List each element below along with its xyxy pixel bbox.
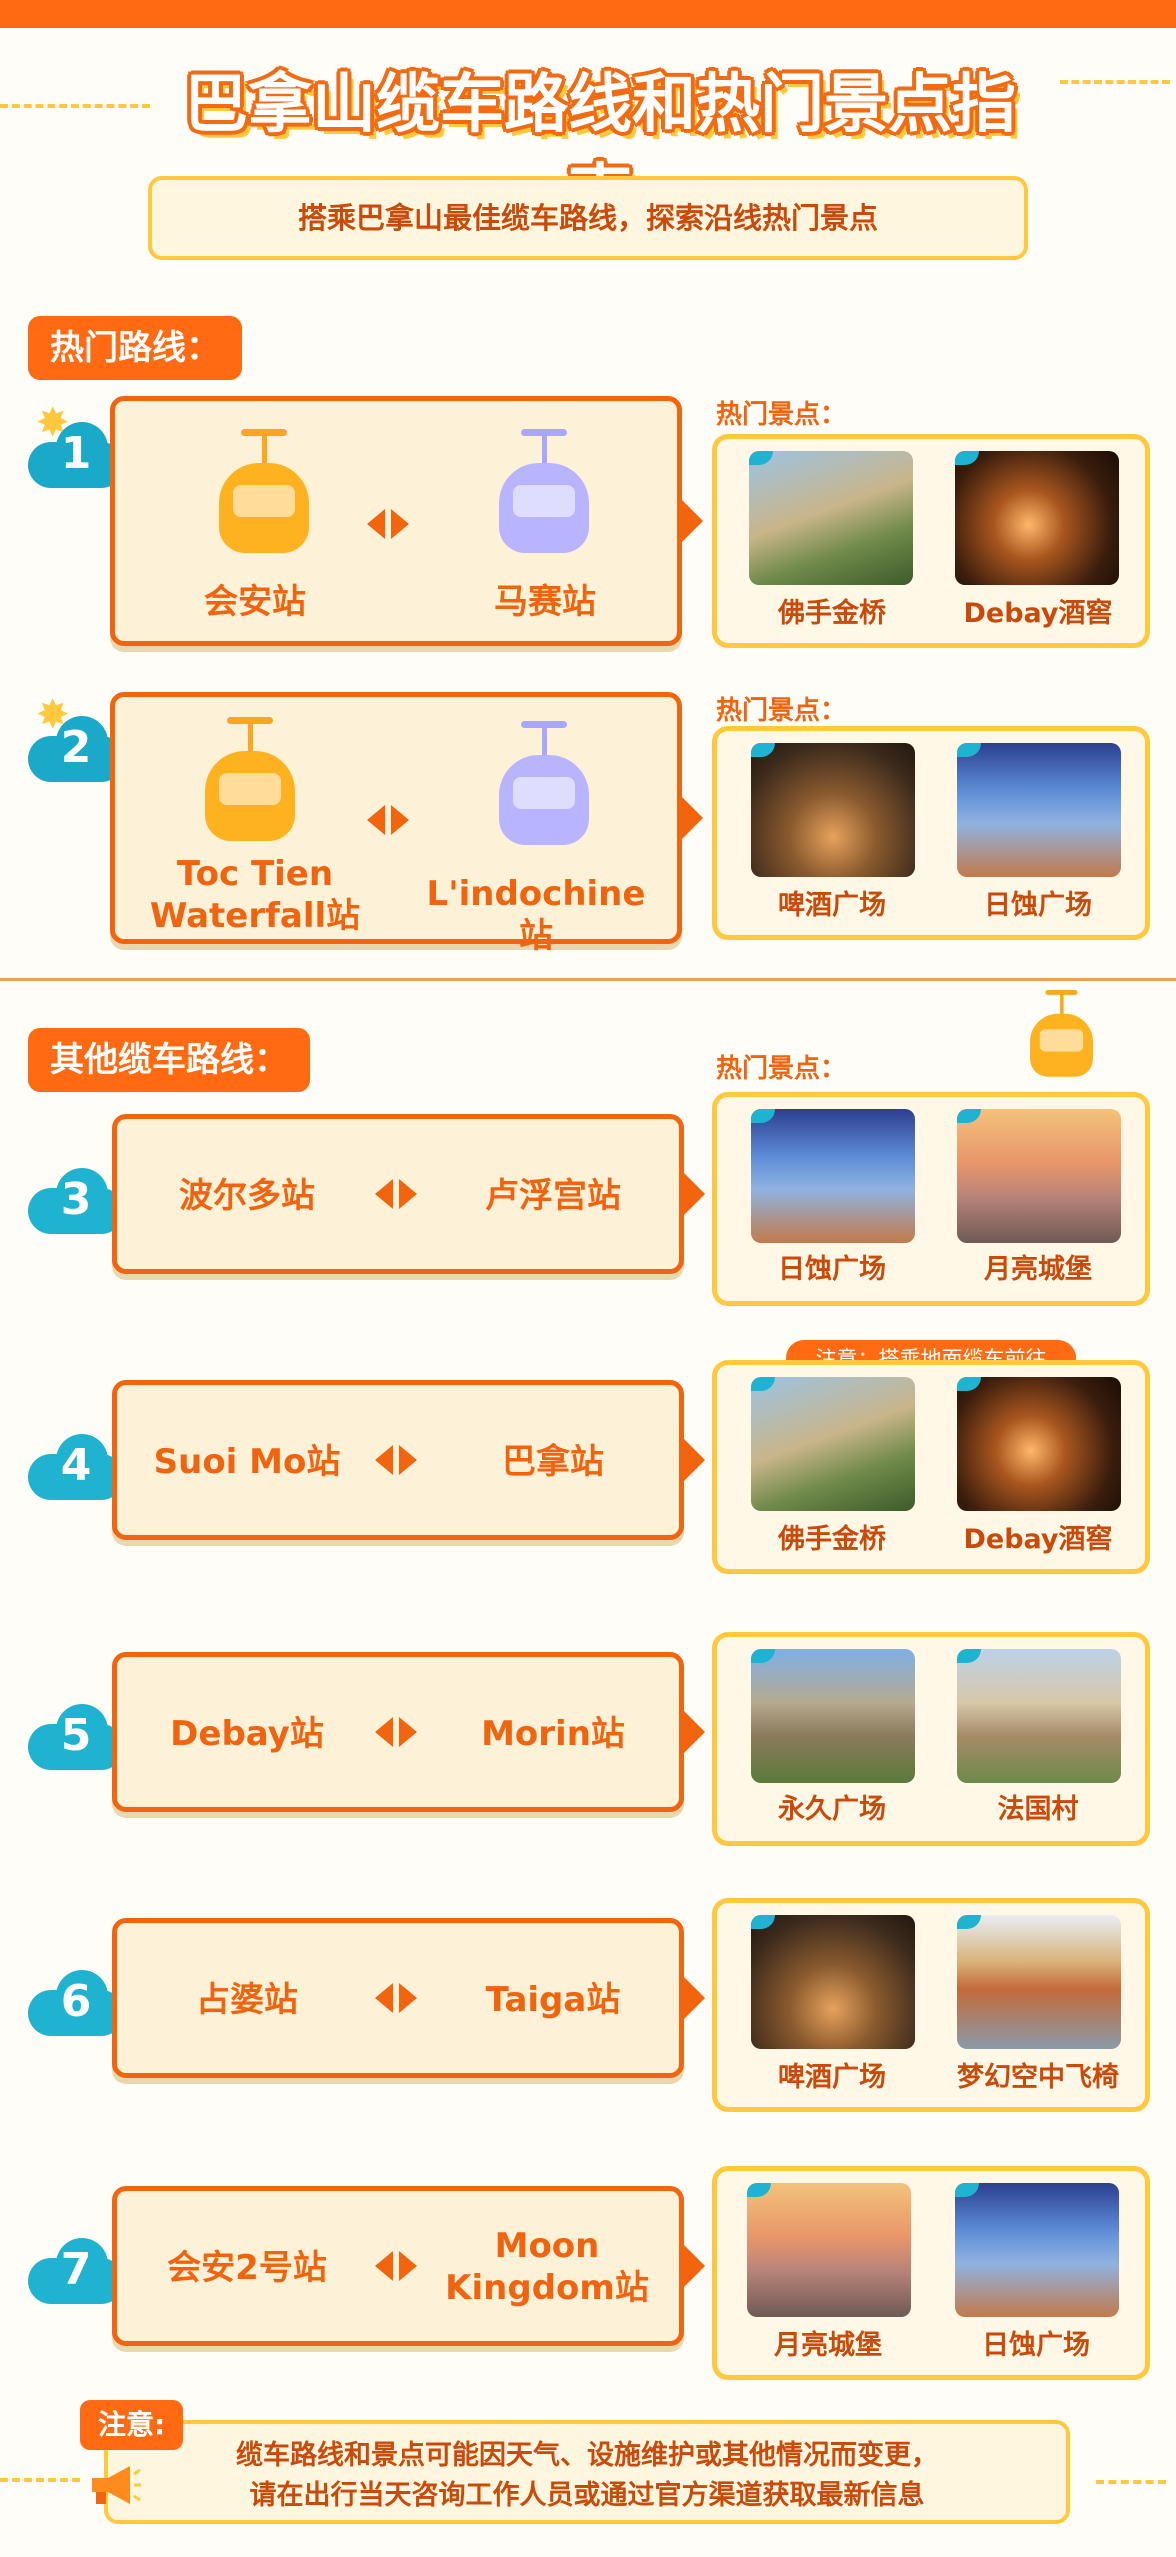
footer-line-1: 缆车路线和景点可能因天气、设施维护或其他情况而变更， — [236, 2440, 938, 2471]
photo-wine-cellar[interactable] — [957, 1377, 1121, 1511]
spots-panel-5: 永久广场 法国村 — [712, 1632, 1150, 1846]
spots-panel-2: 啤酒广场 日蚀广场 — [712, 726, 1150, 940]
hanging-cable-car-icon — [1030, 990, 1093, 1077]
spot-caption: 日蚀广场 — [778, 1254, 886, 1285]
route-number-cloud: 4 — [28, 1430, 124, 1500]
spot-caption: 月亮城堡 — [774, 2330, 882, 2361]
spots-heading: 热门景点： — [716, 1054, 847, 1084]
route-from-station: 会安站 — [204, 582, 306, 622]
route-from-station: Toc Tien Waterfall站 — [149, 854, 361, 936]
photo-french-village[interactable] — [957, 1649, 1121, 1783]
top-band — [0, 0, 1176, 28]
cable-car-icon — [205, 717, 295, 847]
spot-caption: 日蚀广场 — [982, 2330, 1090, 2361]
hot-routes-heading: 热门路线： — [28, 316, 242, 380]
photo-sky-carousel[interactable] — [957, 1915, 1121, 2049]
route-number-cloud: 7 — [28, 2234, 124, 2304]
bidirectional-arrow-icon — [367, 805, 411, 835]
footer-line-2: 请在出行当天咨询工作人员或通过官方渠道获取最新信息 — [249, 2480, 925, 2511]
route-number-cloud: 6 — [28, 1966, 124, 2036]
spots-heading: 热门景点： — [716, 696, 847, 726]
photo-golden-bridge[interactable] — [751, 1377, 915, 1511]
spots-panel-4: 佛手金桥 Debay酒窖 — [712, 1360, 1150, 1574]
route-to-station: Taiga站 — [485, 1980, 621, 2020]
spots-panel-7: 月亮城堡 日蚀广场 — [712, 2166, 1150, 2380]
photo-beer-plaza[interactable] — [751, 1915, 915, 2049]
spots-panel-3: 日蚀广场 月亮城堡 — [712, 1092, 1150, 1306]
route-to-station: 卢浮宫站 — [485, 1176, 621, 1216]
bidirectional-arrow-icon — [375, 1179, 419, 1209]
bidirectional-arrow-icon — [375, 1717, 419, 1747]
cable-car-icon — [499, 721, 589, 851]
route-card-1[interactable]: 会安站 马赛站 — [110, 396, 703, 646]
decor-dash-bottom-right — [1096, 2480, 1166, 2484]
route-from-station: Suoi Mo站 — [153, 1442, 341, 1482]
spot-caption: 佛手金桥 — [778, 598, 886, 629]
photo-golden-bridge[interactable] — [749, 451, 913, 585]
bidirectional-arrow-icon — [375, 1983, 419, 2013]
spots-panel-1: 佛手金桥 Debay酒窖 — [712, 434, 1150, 648]
megaphone-icon — [92, 2466, 141, 2504]
route-card-3[interactable]: 波尔多站 卢浮宫站 — [112, 1114, 705, 1274]
footer-notice: 缆车路线和景点可能因天气、设施维护或其他情况而变更， 请在出行当天咨询工作人员或… — [104, 2420, 1070, 2524]
spot-caption: 永久广场 — [778, 1794, 886, 1825]
photo-moon-castle[interactable] — [957, 1109, 1121, 1243]
cable-car-icon — [499, 429, 589, 559]
spot-caption: 佛手金桥 — [778, 1524, 886, 1555]
spot-caption: 啤酒广场 — [778, 2062, 886, 2093]
route-from-station: Debay站 — [170, 1714, 324, 1754]
bidirectional-arrow-icon — [375, 2251, 419, 2281]
spot-caption: 梦幻空中飞椅 — [957, 2062, 1119, 2093]
photo-moon-castle[interactable] — [747, 2183, 911, 2317]
photo-eclipse-plaza[interactable] — [751, 1109, 915, 1243]
route-card-6[interactable]: 占婆站 Taiga站 — [112, 1918, 705, 2078]
route-from-station: 会安2号站 — [167, 2248, 327, 2288]
other-routes-heading: 其他缆车路线： — [28, 1028, 310, 1092]
route-to-station: Moon Kingdom站 — [445, 2226, 649, 2308]
page-title: 巴拿山缆车路线和热门景点指南 — [184, 68, 1016, 232]
spot-caption: 啤酒广场 — [778, 890, 886, 921]
route-card-7[interactable]: 会安2号站 Moon Kingdom站 — [112, 2186, 705, 2346]
decor-dash-left — [0, 104, 150, 108]
route-to-station: L'indochine站 — [426, 874, 646, 956]
photo-eternal-plaza[interactable] — [751, 1649, 915, 1783]
footer-tag: 注意: — [80, 2400, 184, 2450]
route-card-5[interactable]: Debay站 Morin站 — [112, 1652, 705, 1812]
spots-panel-6: 啤酒广场 梦幻空中飞椅 — [712, 1898, 1150, 2112]
spot-caption: 月亮城堡 — [984, 1254, 1092, 1285]
spots-heading: 热门景点： — [716, 400, 847, 430]
decor-dash-bottom-left — [0, 2478, 80, 2482]
photo-eclipse-plaza[interactable] — [957, 743, 1121, 877]
route-to-station: 巴拿站 — [502, 1442, 604, 1482]
route-from-station: 波尔多站 — [179, 1176, 315, 1216]
route-number-cloud: 3 — [28, 1164, 124, 1234]
route-number-cloud: 5 — [28, 1700, 124, 1770]
spot-caption: 法国村 — [997, 1794, 1079, 1825]
route-card-4[interactable]: Suoi Mo站 巴拿站 — [112, 1380, 705, 1540]
photo-beer-plaza[interactable] — [751, 743, 915, 877]
spot-caption: 日蚀广场 — [984, 890, 1092, 921]
cable-car-icon — [219, 429, 309, 559]
photo-eclipse-plaza[interactable] — [955, 2183, 1119, 2317]
bidirectional-arrow-icon — [367, 509, 411, 539]
route-card-2[interactable]: Toc Tien Waterfall站 L'indochine站 — [110, 692, 703, 956]
spot-caption: Debay酒窖 — [963, 1524, 1113, 1555]
spot-caption: Debay酒窖 — [963, 598, 1113, 629]
route-to-station: Morin站 — [481, 1714, 625, 1754]
route-to-station: 马赛站 — [494, 582, 596, 622]
decor-dash-right — [1060, 80, 1170, 84]
section-divider — [0, 978, 1176, 981]
photo-wine-cellar[interactable] — [955, 451, 1119, 585]
route-from-station: 占婆站 — [196, 1980, 298, 2020]
bidirectional-arrow-icon — [375, 1445, 419, 1475]
page-subtitle: 搭乘巴拿山最佳缆车路线，探索沿线热门景点 — [148, 176, 1028, 260]
